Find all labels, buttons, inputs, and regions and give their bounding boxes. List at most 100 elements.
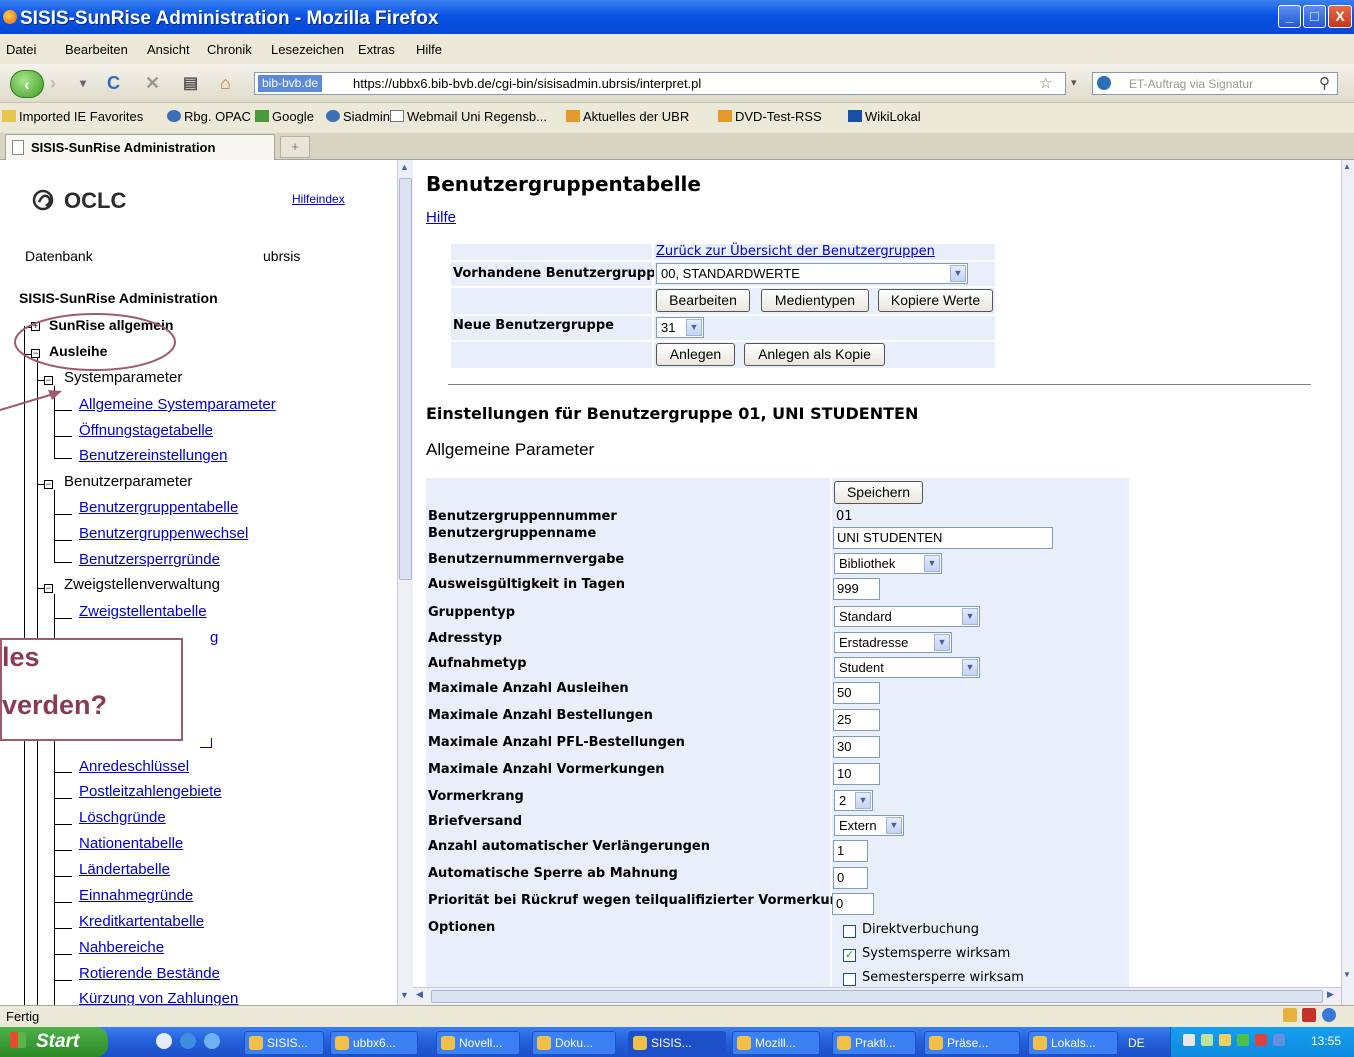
bookmark-webmail[interactable]: Webmail Uni Regensb...	[390, 109, 547, 124]
lock-icon[interactable]	[1283, 1008, 1297, 1022]
clock[interactable]: 13:55	[1311, 1034, 1341, 1048]
chevron-down-icon[interactable]: ▼	[886, 817, 902, 834]
max-loans-input[interactable]: 50	[833, 682, 880, 704]
print-icon[interactable]: ▤	[183, 73, 198, 93]
medientypen-button[interactable]: Medientypen	[761, 289, 869, 312]
bookmark-ie-favorites[interactable]: Imported IE Favorites	[2, 109, 143, 124]
minimize-button[interactable]: _	[1278, 5, 1301, 28]
menu-lesezeichen[interactable]: Lesezeichen	[271, 42, 344, 57]
scrollbar-thumb[interactable]	[431, 990, 1323, 1003]
chevron-down-icon[interactable]: ▼	[855, 792, 871, 809]
link-anredeschluessel[interactable]: Anredeschlüssel	[79, 758, 189, 775]
bookmark-siadmin[interactable]: Siadmin	[326, 109, 390, 124]
link-benutzergruppenwechsel[interactable]: Benutzergruppenwechsel	[79, 525, 248, 542]
bookmark-aktuelles[interactable]: Aktuelles der UBR	[566, 109, 689, 124]
priority-recall-input[interactable]: 0	[832, 893, 874, 915]
start-button[interactable]: Start	[0, 1027, 108, 1057]
bookmark-dvd-test-rss[interactable]: DVD-Test-RSS	[718, 109, 822, 124]
bookmark-star-icon[interactable]: ☆	[1039, 74, 1052, 92]
menu-chronik[interactable]: Chronik	[207, 42, 252, 57]
new-tab-button[interactable]: +	[280, 136, 310, 158]
back-to-overview-link[interactable]: Zurück zur Übersicht der Benutzergruppen	[656, 244, 935, 259]
link-loeschgruende[interactable]: Löschgründe	[79, 809, 166, 826]
chevron-down-icon[interactable]: ▼	[924, 555, 940, 572]
taskbar-item[interactable]: Novell...	[436, 1031, 520, 1055]
link-laendertabelle[interactable]: Ländertabelle	[79, 861, 170, 878]
addon-icon[interactable]	[1322, 1008, 1336, 1022]
hilfeindex-link[interactable]: Hilfeindex	[292, 192, 345, 206]
tree-node-zweigstellenverwaltung[interactable]: Zweigstellenverwaltung	[64, 576, 220, 593]
bookmark-rbg-opac[interactable]: Rbg. OPAC	[167, 109, 251, 124]
group-name-input[interactable]: UNI STUDENTEN	[833, 527, 1053, 549]
collapse-icon[interactable]: −	[44, 480, 53, 489]
menu-extras[interactable]: Extras	[358, 42, 395, 57]
menu-hilfe[interactable]: Hilfe	[416, 42, 442, 57]
reservation-rank-select[interactable]: 2 ▼	[834, 790, 873, 811]
tray-icon[interactable]	[1237, 1034, 1249, 1046]
taskbar-item[interactable]: Doku...	[532, 1031, 616, 1055]
collapse-icon[interactable]: −	[44, 584, 53, 593]
scrollbar-thumb[interactable]	[399, 178, 412, 580]
tray-icon[interactable]	[1201, 1034, 1213, 1046]
group-type-select[interactable]: Standard ▼	[834, 606, 980, 627]
scroll-up-icon[interactable]: ▲	[1343, 162, 1351, 171]
link-nahbereiche[interactable]: Nahbereiche	[79, 939, 164, 956]
chevron-down-icon[interactable]: ▼	[962, 608, 978, 625]
link-benutzergruppentabelle[interactable]: Benutzergruppentabelle	[79, 499, 238, 516]
link-zweigstellentabelle[interactable]: Zweigstellentabelle	[79, 603, 207, 620]
horizontal-scrollbar[interactable]: ◀ ▶	[413, 987, 1341, 1005]
search-engine-icon[interactable]	[1097, 76, 1111, 90]
link-benutzersperrgruende[interactable]: Benutzersperrgründe	[79, 551, 220, 568]
scroll-right-icon[interactable]: ▶	[1327, 989, 1334, 1000]
scroll-down-icon[interactable]: ▼	[400, 990, 409, 1000]
tree-node-benutzerparameter[interactable]: Benutzerparameter	[64, 473, 192, 490]
menu-ansicht[interactable]: Ansicht	[147, 42, 190, 57]
tab-sisis-admin[interactable]: SISIS-SunRise Administration	[5, 134, 275, 160]
taskbar-item[interactable]: ubbx6...	[330, 1031, 418, 1055]
close-button[interactable]: X	[1328, 5, 1352, 28]
taskbar-item[interactable]: SISIS...	[244, 1031, 324, 1055]
link-nationentabelle[interactable]: Nationentabelle	[79, 835, 183, 852]
back-button[interactable]: ‹	[10, 70, 44, 98]
anlegen-button[interactable]: Anlegen	[656, 343, 735, 366]
card-validity-input[interactable]: 999	[833, 578, 880, 600]
addon-icon[interactable]	[1302, 1008, 1316, 1022]
home-icon[interactable]: ⌂	[220, 73, 231, 94]
link-rotierende-bestaende[interactable]: Rotierende Bestände	[79, 965, 220, 982]
link-kreditkartentabelle[interactable]: Kreditkartentabelle	[79, 913, 204, 930]
link-partially-hidden[interactable]: g	[210, 629, 218, 646]
link-benutzereinstellungen[interactable]: Benutzereinstellungen	[79, 447, 227, 464]
url-dropdown-icon[interactable]: ▾	[1071, 76, 1077, 89]
tray-icon[interactable]	[1255, 1034, 1267, 1046]
max-reservations-input[interactable]: 10	[833, 763, 880, 785]
anlegen-als-kopie-button[interactable]: Anlegen als Kopie	[744, 343, 885, 366]
content-frame-scrollbar[interactable]: ▲ ▼	[1341, 160, 1354, 1005]
existing-group-select[interactable]: 00, STANDARDWERTE ▼	[656, 263, 968, 284]
stop-icon[interactable]: ✕	[145, 73, 160, 94]
url-bar[interactable]: bib-bvb.de https://ubbx6.bib-bvb.de/cgi-…	[254, 72, 1066, 95]
taskbar-item[interactable]: Prakti...	[832, 1031, 916, 1055]
speichern-button[interactable]: Speichern	[834, 481, 923, 504]
bookmark-wikilokal[interactable]: WikiLokal	[848, 109, 921, 124]
chevron-down-icon[interactable]: ▼	[950, 265, 966, 282]
tray-icon[interactable]	[1273, 1034, 1285, 1046]
bearbeiten-button[interactable]: Bearbeiten	[656, 289, 750, 312]
maximize-button[interactable]: □	[1303, 5, 1326, 28]
menu-datei[interactable]: Datei	[6, 42, 36, 57]
admission-type-select[interactable]: Student ▼	[834, 657, 980, 678]
language-indicator[interactable]: DE	[1128, 1036, 1145, 1050]
menu-bearbeiten[interactable]: Bearbeiten	[65, 42, 128, 57]
quicklaunch-icon[interactable]	[180, 1033, 196, 1049]
search-bar[interactable]: ET-Auftrag via Signatur ⚲	[1092, 72, 1338, 95]
new-group-select[interactable]: 31 ▼	[656, 317, 704, 338]
history-dropdown-icon[interactable]: ▾	[80, 76, 86, 90]
taskbar-item[interactable]: Mozill...	[732, 1031, 820, 1055]
hilfe-link[interactable]: Hilfe	[426, 209, 456, 226]
direktverbuchung-checkbox[interactable]	[843, 925, 856, 938]
chevron-down-icon[interactable]: ▼	[686, 319, 702, 336]
max-pfl-orders-input[interactable]: 30	[833, 736, 880, 758]
left-frame-scrollbar[interactable]: ▲ ▼	[397, 160, 413, 1005]
auto-renewals-input[interactable]: 1	[833, 840, 868, 862]
site-identity-badge[interactable]: bib-bvb.de	[258, 75, 323, 92]
scroll-left-icon[interactable]: ◀	[416, 989, 423, 1000]
